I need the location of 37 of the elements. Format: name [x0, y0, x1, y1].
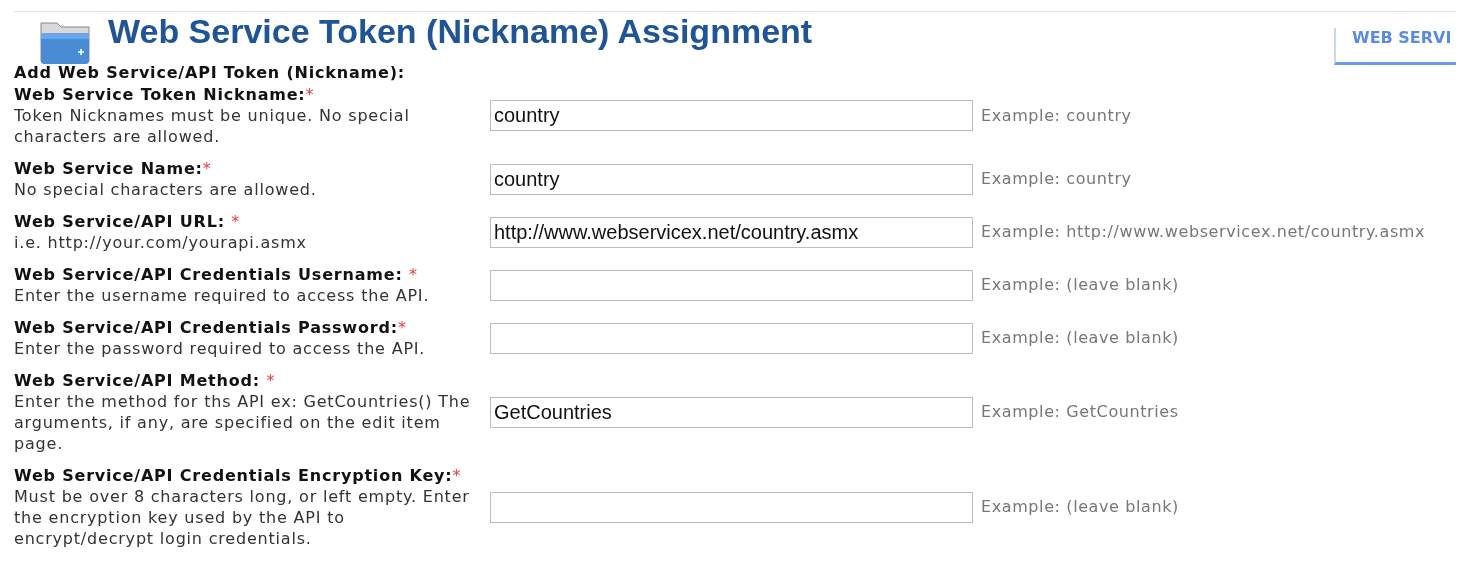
required-mark: * — [452, 466, 462, 485]
input-field[interactable]: country — [490, 163, 973, 195]
field-help: Token Nicknames must be unique. No special characters are allowed. — [14, 105, 411, 147]
required-mark: * — [305, 85, 315, 104]
page-title: Web Service Token (Nickname) Assignment — [108, 12, 813, 50]
input-field[interactable] — [490, 491, 973, 523]
field-example: Example: country — [981, 104, 1132, 127]
field-example: Example: (leave blank) — [981, 327, 1179, 349]
form-heading: Add Web Service/API Token (Nickname): — [14, 62, 406, 83]
field-help: Enter the password required to access the API. — [14, 338, 427, 359]
field-help: Enter the method for ths API ex: GetCountries() The arguments, if any, are specified on the edit item page. — [14, 391, 472, 454]
required-mark: * — [231, 212, 241, 231]
field-help: Must be over 8 characters long, or left empty. Enter the encryption key used by the API to encrypt/decrypt login credentials. — [14, 486, 471, 549]
required-mark: * — [266, 371, 276, 390]
input-field[interactable] — [490, 269, 973, 301]
input-field[interactable]: GetCountries — [490, 396, 973, 428]
field-label: Web Service/API Credentials Username: * — [14, 264, 419, 285]
field-help: Enter the username required to access the API. — [14, 285, 431, 306]
field-help: No special characters are allowed. — [14, 179, 318, 200]
required-mark: * — [202, 159, 212, 178]
field-example: Example: (leave blank) — [981, 496, 1179, 518]
field-label: Web Service Name:* — [14, 158, 213, 179]
field-example: Example: country — [981, 168, 1132, 190]
required-mark: * — [409, 265, 418, 284]
field-label: Web Service/API URL: * — [14, 211, 242, 232]
field-label: Web Service/API Credentials Password:* — [14, 317, 408, 338]
field-label: Web Service/API Method: * — [14, 370, 277, 391]
input-field[interactable]: http://www.webservicex.net/country.asmx — [490, 216, 973, 248]
input-field[interactable]: country — [490, 100, 973, 131]
field-example: Example: http://www.webservicex.net/country.asmx — [981, 221, 1426, 243]
field-example: Example: (leave blank) — [981, 274, 1179, 296]
field-label: Web Service Token Nickname:* — [14, 84, 316, 105]
field-help: i.e. http://your.com/yourapi.asmx — [14, 232, 308, 253]
required-mark: * — [397, 318, 407, 337]
field-label: Web Service/API Credentials Encryption Key:* — [14, 465, 463, 486]
field-example: Example: GetCountries — [981, 401, 1179, 423]
input-field[interactable] — [490, 322, 973, 354]
